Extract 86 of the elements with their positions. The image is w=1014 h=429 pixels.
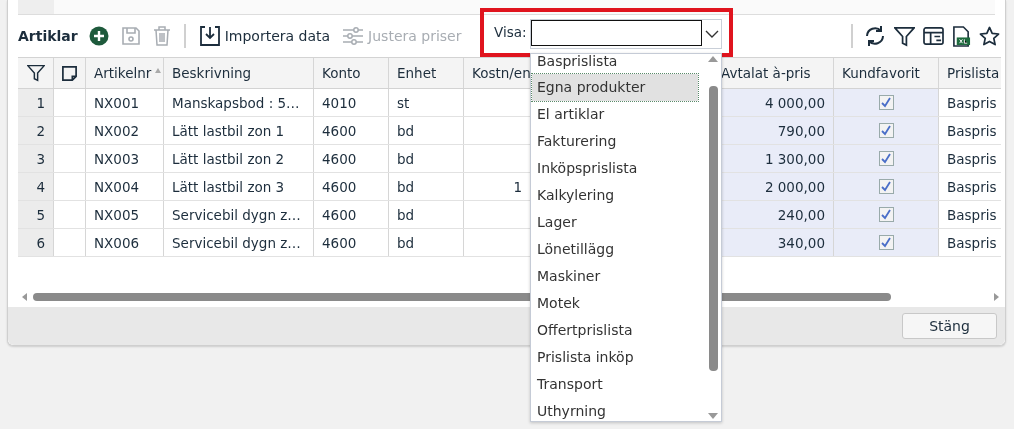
- table-cell-text: Baspris: [946, 177, 998, 197]
- dropdown-option[interactable]: Egna produkter: [532, 74, 698, 101]
- dropdown-option[interactable]: Offertprislista: [532, 317, 698, 344]
- filter-button[interactable]: [893, 25, 916, 47]
- table-cell: Lätt lastbil zon 2: [164, 145, 314, 172]
- table-cell: NX003: [86, 145, 164, 172]
- table-cell: 4600: [314, 173, 389, 200]
- table-cell: NX006: [86, 229, 164, 256]
- note-icon: [61, 64, 78, 82]
- row-number: 4: [18, 173, 54, 200]
- caret-icon: [704, 30, 719, 38]
- row-number: 2: [18, 117, 54, 144]
- dropdown-option[interactable]: Transport: [532, 371, 698, 398]
- checkbox[interactable]: [878, 207, 894, 222]
- refresh-icon: [864, 25, 886, 47]
- sliders-icon: [342, 26, 365, 46]
- row-number: 5: [18, 201, 54, 228]
- spreadsheet-file-icon: [952, 25, 971, 47]
- import-button[interactable]: Importera data: [195, 23, 334, 49]
- table-cell: NX002: [86, 117, 164, 144]
- spreadsheet-file-button[interactable]: [951, 25, 972, 47]
- section-title: Artiklar: [18, 28, 78, 44]
- dropdown-option[interactable]: Maskiner: [532, 263, 698, 290]
- close-button[interactable]: Stäng: [902, 313, 997, 339]
- table-cell: bd: [389, 229, 464, 256]
- column-header[interactable]: Kundfavorit: [834, 58, 939, 88]
- table-cell: bd: [389, 145, 464, 172]
- checkbox[interactable]: [878, 151, 894, 166]
- table-cell: Servicebil dygn z…: [164, 229, 314, 256]
- field-label: Visa:: [494, 24, 527, 40]
- table-cell-text: Baspris: [946, 205, 998, 225]
- dropdown-option[interactable]: El artiklar: [532, 101, 698, 128]
- checkbox[interactable]: [878, 95, 894, 110]
- dropdown-option[interactable]: Motek: [532, 290, 698, 317]
- row-number: 1: [18, 89, 54, 116]
- dropdown-option[interactable]: Prislista inköp: [532, 344, 698, 371]
- dropdown-option[interactable]: Lönetillägg: [532, 236, 698, 263]
- download-tray-icon: [198, 25, 221, 47]
- dropdown-option[interactable]: Uthyrning: [532, 398, 698, 421]
- plus-circle-icon: [88, 26, 109, 46]
- table-cell: Manskapsbod : 5…: [164, 89, 314, 116]
- star-icon: [979, 25, 1000, 47]
- column-header[interactable]: Konto: [314, 58, 389, 88]
- table-cell: Lätt lastbil zon 1: [164, 117, 314, 144]
- table-cell-text: Baspris: [946, 121, 998, 141]
- table-cell-text: Baspris: [946, 149, 998, 169]
- table-cell: bd: [389, 201, 464, 228]
- table-cell: bd: [389, 173, 464, 200]
- table-cell: NX001: [86, 89, 164, 116]
- row-number: 6: [18, 229, 54, 256]
- visa-dropdown[interactable]: [530, 19, 722, 49]
- table-cell: Lätt lastbil zon 3: [164, 173, 314, 200]
- table-cell: 4600: [314, 229, 389, 256]
- filter-icon: [26, 64, 45, 82]
- table-cell: Servicebil dygn z…: [164, 201, 314, 228]
- row-number: 3: [18, 145, 54, 172]
- checkbox[interactable]: [878, 235, 894, 250]
- checkbox[interactable]: [878, 179, 894, 194]
- table-cell: 4600: [314, 201, 389, 228]
- table-reset-icon: [923, 26, 944, 46]
- dropdown-option[interactable]: Basprislista: [532, 54, 698, 74]
- dropdown-option[interactable]: Inköpsprislista: [532, 155, 698, 182]
- table-cell: bd: [389, 117, 464, 144]
- column-header[interactable]: Enhet: [389, 58, 464, 88]
- dropdown-option[interactable]: Fakturering: [532, 128, 698, 155]
- trash-icon: [152, 26, 171, 46]
- star-button[interactable]: [978, 25, 1001, 47]
- sort-icon: [155, 68, 161, 73]
- column-header[interactable]: Prislista: [939, 58, 1001, 88]
- table-cell: st: [389, 89, 464, 116]
- dropdown-option[interactable]: Kalkylering: [532, 182, 698, 209]
- table-cell: 4010: [314, 89, 389, 116]
- dropdown-option[interactable]: Lager: [532, 209, 698, 236]
- table-cell: 4600: [314, 145, 389, 172]
- refresh-button[interactable]: [863, 25, 887, 47]
- column-header[interactable]: Artikelnr: [86, 58, 164, 88]
- table-cell-text: Baspris: [946, 233, 998, 253]
- vertical-scrollbar[interactable]: [707, 56, 719, 419]
- table-reset-button[interactable]: [922, 26, 945, 46]
- checkbox[interactable]: [878, 123, 894, 138]
- table-cell-text: Baspris: [946, 93, 998, 113]
- filter-icon: [894, 25, 915, 47]
- column-header[interactable]: Beskrivning: [164, 58, 314, 88]
- table-cell: NX004: [86, 173, 164, 200]
- table-cell: 4600: [314, 117, 389, 144]
- table-cell: NX005: [86, 201, 164, 228]
